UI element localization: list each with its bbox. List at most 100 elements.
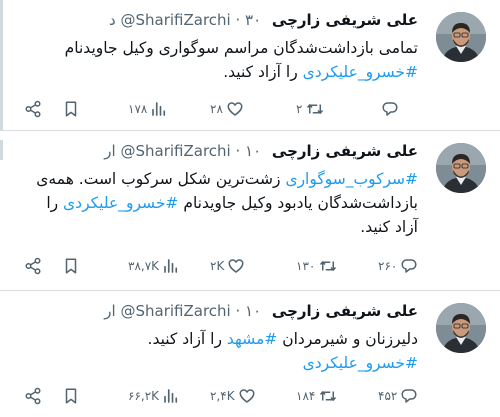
tweet-actions: ۶۶,۲K ۲,۴K ۱۸۴ ۴۵۲ — [0, 385, 500, 407]
tweet-text-line: #خسرو_علیکردی را آزاد کنید. — [65, 60, 418, 84]
like-icon — [239, 389, 255, 403]
tweet-text-line: آزاد کنید. — [36, 215, 418, 239]
tweet-text: #سرکوب_سوگواری زشت‌ترین شکل سرکوب است. ه… — [36, 167, 418, 239]
tweet-text-line: #خسرو_علیکردی — [148, 351, 418, 375]
text-segment: را — [46, 194, 64, 212]
tweet-text: تمامی بازداشت‌شدگان مراسم سوگواری وکیل ج… — [65, 36, 418, 84]
hashtag-link[interactable]: #خسرو_علیکردی — [63, 194, 178, 212]
text-segment: بازداشت‌شدگان یادبود وکیل جاویدنام — [178, 194, 418, 212]
reply-icon — [382, 102, 398, 116]
author-handle[interactable]: @SharifiZarchi · ۱۰ ار — [104, 142, 261, 160]
author-name[interactable]: علی شریفی زارچی — [272, 11, 418, 29]
tweet-text-line: تمامی بازداشت‌شدگان مراسم سوگواری وکیل ج… — [65, 36, 418, 60]
replies-count: ۲۶۰ — [378, 259, 398, 273]
text-segment: زشت‌ترین شکل سرکوب است. همه‌ی — [36, 170, 286, 188]
retweets-count: ۱۸۴ — [296, 389, 316, 403]
avatar-image — [436, 303, 486, 353]
author-handle[interactable]: @SharifiZarchi · ۳۰ د — [109, 11, 261, 29]
tweet-2[interactable]: علی شریفی زارچی @SharifiZarchi · ۱۰ ار #… — [0, 131, 500, 291]
tweet-actions: ۱۷۸ ۲۸ ۲ — [0, 98, 500, 120]
tweet-text-line: دلیرزنان و شیرمردان #مشهد را آزاد کنید. — [148, 327, 418, 351]
like-icon — [227, 257, 245, 275]
avatar-image — [436, 12, 486, 62]
views-button[interactable]: ۳۸,۷K — [128, 255, 180, 277]
tweet-actions: ۳۸,۷K ۲K ۱۳۰ ۲۶۰ — [0, 255, 500, 277]
views-icon — [164, 389, 178, 403]
retweet-icon — [320, 391, 337, 401]
views-count: ۱۷۸ — [128, 102, 148, 116]
retweet-icon — [305, 100, 325, 118]
hashtag-link[interactable]: #خسرو_علیکردی — [303, 63, 418, 81]
views-count: ۳۸,۷K — [128, 259, 160, 273]
likes-count: ۲,۴K — [210, 389, 235, 403]
like-icon — [227, 102, 243, 116]
author-handle[interactable]: @SharifiZarchi · ۱۰ ار — [104, 302, 261, 320]
author-name[interactable]: علی شریفی زارچی — [272, 142, 418, 160]
retweet-icon — [318, 387, 338, 405]
reply-icon — [401, 389, 417, 403]
text-segment: را آزاد کنید. — [147, 330, 227, 348]
tweet-1[interactable]: علی شریفی زارچی @SharifiZarchi · ۳۰ د تم… — [0, 0, 500, 131]
reply-icon — [400, 257, 418, 275]
avatar[interactable] — [436, 12, 486, 62]
like-button[interactable]: ۲,۴K — [210, 385, 256, 407]
avatar[interactable] — [436, 303, 486, 353]
tweet-header: علی شریفی زارچی @SharifiZarchi · ۱۰ ار — [104, 141, 418, 161]
reply-button[interactable] — [378, 98, 399, 120]
bookmark-button[interactable] — [62, 98, 80, 120]
avatar-image — [436, 143, 486, 193]
reply-button[interactable]: ۲۶۰ — [378, 255, 418, 277]
likes-count: ۲۸ — [210, 102, 223, 116]
bookmark-icon — [65, 101, 77, 117]
reply-icon — [400, 387, 418, 405]
share-icon — [25, 100, 41, 118]
tweet-header: علی شریفی زارچی @SharifiZarchi · ۳۰ د — [109, 10, 418, 30]
text-segment: تمامی بازداشت‌شدگان مراسم سوگواری وکیل ج… — [64, 39, 418, 57]
views-count: ۶۶,۲K — [128, 389, 160, 403]
retweet-button[interactable]: ۱۸۴ — [296, 385, 338, 407]
share-button[interactable] — [24, 255, 42, 277]
share-button[interactable] — [24, 385, 42, 407]
views-icon — [162, 257, 180, 275]
share-icon — [25, 387, 41, 405]
share-icon — [24, 257, 42, 275]
bookmark-button[interactable] — [62, 385, 80, 407]
views-button[interactable]: ۶۶,۲K — [128, 385, 180, 407]
likes-count: ۲K — [210, 259, 225, 273]
bookmark-icon — [62, 257, 80, 275]
hashtag-link[interactable]: #خسرو_علیکردی — [303, 354, 418, 372]
author-name[interactable]: علی شریفی زارچی — [272, 302, 418, 320]
tweet-3[interactable]: علی شریفی زارچی @SharifiZarchi · ۱۰ ار د… — [0, 291, 500, 417]
hashtag-link[interactable]: #مشهد — [227, 330, 277, 348]
retweet-icon — [318, 257, 338, 275]
like-icon — [228, 259, 244, 273]
text-segment: آزاد کنید. — [360, 218, 418, 236]
views-icon — [150, 100, 168, 118]
retweet-button[interactable]: ۲ — [296, 98, 325, 120]
hashtag-link[interactable]: #سرکوب_سوگواری — [285, 170, 418, 188]
share-icon — [24, 100, 42, 118]
share-icon — [25, 257, 41, 275]
like-button[interactable]: ۲K — [210, 255, 245, 277]
reply-button[interactable]: ۴۵۲ — [378, 385, 418, 407]
text-segment: را آزاد کنید. — [223, 63, 303, 81]
bookmark-icon — [65, 258, 77, 274]
reply-icon — [401, 259, 417, 273]
tweet-text-line: #سرکوب_سوگواری زشت‌ترین شکل سرکوب است. ه… — [36, 167, 418, 191]
share-icon — [24, 387, 42, 405]
views-icon — [162, 387, 180, 405]
avatar[interactable] — [436, 143, 486, 193]
retweet-button[interactable]: ۱۳۰ — [296, 255, 338, 277]
bookmark-icon — [62, 387, 80, 405]
like-button[interactable]: ۲۸ — [210, 98, 244, 120]
share-button[interactable] — [24, 98, 42, 120]
bookmark-button[interactable] — [62, 255, 80, 277]
retweet-icon — [307, 104, 324, 114]
views-icon — [152, 102, 166, 116]
views-button[interactable]: ۱۷۸ — [128, 98, 168, 120]
tweet-text-line: بازداشت‌شدگان یادبود وکیل جاویدنام #خسرو… — [36, 191, 418, 215]
bookmark-icon — [65, 388, 77, 404]
retweets-count: ۲ — [296, 102, 303, 116]
retweets-count: ۱۳۰ — [296, 259, 316, 273]
text-segment: دلیرزنان و شیرمردان — [277, 330, 418, 348]
